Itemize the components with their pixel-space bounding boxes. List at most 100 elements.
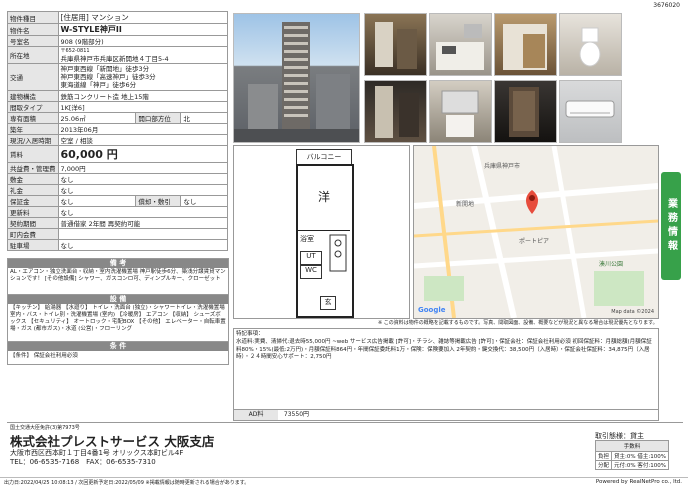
map-label: 兵庫県神戸市: [484, 163, 521, 170]
disclaimer-note: ※ この資料は物件の概略を記載するものです。写真、間取図面、設備、概要などが現況…: [378, 320, 658, 326]
equipment-section: 設 備 【キッチン】 給湯器 【水廻り】 トイレ・洗面台 (独立)・シャワートイ…: [7, 294, 229, 342]
row-key: 物件種目: [7, 11, 59, 24]
map-attribution: Map data ©2024: [611, 309, 654, 315]
output-date: 出力日:2022/04/25 10:08:13 / 次回更新予定日:2022/0…: [4, 480, 250, 486]
washroom-photo: [441, 90, 479, 137]
ad-fee-label: AD料: [234, 410, 278, 420]
row-key: 専有面積: [7, 112, 59, 124]
row-key: 償却・敷引: [135, 195, 182, 207]
property-name: W-STYLE神戸II: [57, 23, 228, 36]
table-row: 更新料 なし: [7, 206, 228, 218]
row-key: 駐車場: [7, 239, 59, 251]
equipment-header: 設 備: [8, 295, 228, 304]
closet-photo: [503, 24, 547, 70]
distribution-value: 元付:0% 客付:100%: [611, 460, 669, 470]
photo-thumbnail[interactable]: [364, 80, 427, 143]
status: 空室 / 相談: [57, 134, 228, 146]
table-row: 敷金 なし: [7, 173, 228, 185]
conditions-text: 【条件】 保証会社利用必須: [10, 353, 78, 359]
table-row: 間取タイプ 1K[洋6]: [7, 101, 228, 113]
table-row: 礼金 なし: [7, 184, 228, 196]
spec-table: 物件種目 [住居用] マンション 物件名 W-STYLE神戸II 号室名 908 (9…: [7, 11, 228, 251]
photo-thumbnail[interactable]: [494, 13, 557, 76]
row-key: 建物構造: [7, 90, 59, 102]
row-key: 町内会費: [7, 228, 59, 240]
photo-thumbnail[interactable]: [429, 80, 492, 143]
ad-fee-value: 73550円: [283, 411, 310, 418]
table-row: 賃料 60,000 円: [7, 145, 228, 163]
row-key: 保証金: [7, 195, 59, 207]
floor-plan-panel[interactable]: バルコニー 洋 浴室 UT WC 玄: [233, 145, 410, 319]
photo-thumbnail[interactable]: [364, 13, 427, 76]
remarks-section: 備 考 AL・エアコン・独立洗面台・収納・室内洗濯機置場 神戸駅徒歩6分、築浅分…: [7, 258, 229, 295]
postal-code: 〒652-0811: [60, 48, 90, 54]
table-row: 町内会費: [7, 228, 228, 240]
entrance-label: 玄: [320, 296, 336, 310]
remarks-text: AL・エアコン・独立洗面台・収納・室内洗濯機置場 神戸駅徒歩6分、築浅分譲賃貸マ…: [10, 269, 226, 282]
deposit: なし: [57, 173, 228, 185]
kitchen-photo: [436, 24, 484, 70]
conditions-header: 条 件: [8, 342, 228, 351]
structure: 鉄筋コンクリート造 地上15階: [57, 90, 228, 102]
row-key: 号室名: [7, 35, 59, 47]
special-notes-box: 特記事項： 水道料:実費、清掃代:退去時55,000円 ~web サービス広告掲…: [233, 328, 659, 410]
orientation: 北: [180, 112, 228, 124]
parking: なし: [57, 239, 228, 251]
table-row: 交通 神戸東西線「新開地」徒歩3分 神戸東西線「高速神戸」徒歩3分 東海道線「神戸」徒…: [7, 63, 228, 91]
room-number: 908 (9階部分): [57, 35, 228, 47]
ut-label: UT: [300, 251, 322, 265]
layout-type: 1K[洋6]: [57, 101, 228, 113]
row-key: 賃料: [7, 145, 59, 163]
rent-value: 60,000 円: [57, 145, 228, 163]
row-key: 現況/入居時期: [7, 134, 59, 146]
table-row: 所在地 〒652-0811 兵庫県神戸市兵庫区新開地４丁目5-4: [7, 46, 228, 64]
photo-thumbnail[interactable]: [429, 13, 492, 76]
map-graphic: [414, 146, 658, 318]
row-key: 間取タイプ: [7, 101, 59, 113]
aircon-photo: [565, 100, 615, 118]
table-row: 物件種目 [住居用] マンション: [7, 11, 228, 24]
security-deposit: なし: [57, 195, 137, 207]
row-key: 契約期間: [7, 217, 59, 229]
table-row: 建物構造 鉄筋コンクリート造 地上15階: [7, 90, 228, 102]
entrance-photo: [509, 87, 539, 137]
row-key: 負担: [594, 451, 613, 461]
map-label: ポートピア: [519, 238, 550, 245]
burden-value: 貸主:0% 借主:100%: [611, 451, 669, 461]
table-row: 号室名 908 (9階部分): [7, 35, 228, 47]
amortization: なし: [180, 195, 228, 207]
map-panel[interactable]: 兵庫県神戸市 新開地 湊川公園 ポートピア Google Map data ©2…: [413, 145, 659, 319]
bath-label: 浴室: [300, 235, 314, 243]
special-notes-text: 水道料:実費、清掃代:退去時55,000円 ~web サービス広告掲載 [許可]…: [236, 339, 652, 360]
powered-by: Powered by RealNetPro co., ltd.: [595, 479, 682, 485]
hallway-photo: [375, 86, 419, 138]
balcony-label: バルコニー: [296, 149, 352, 165]
ad-fee-row: AD料 73550円: [233, 409, 659, 421]
community-fee: [57, 228, 228, 240]
table-row: 駐車場 なし: [7, 239, 228, 251]
table-row: 築年 2013年06月: [7, 123, 228, 135]
special-notes-label: 特記事項：: [236, 331, 264, 337]
row-key: 更新料: [7, 206, 59, 218]
building-photo[interactable]: [233, 13, 360, 143]
building-illustration: [234, 22, 359, 142]
business-info-tab[interactable]: 業務情報: [661, 172, 681, 280]
divider: [7, 422, 683, 423]
table-row: 共益費・管理費 7,000円: [7, 162, 228, 174]
photo-thumbnail[interactable]: [559, 13, 622, 76]
google-logo: Google: [418, 306, 446, 314]
management-fee: 7,000円: [57, 162, 228, 174]
photo-thumbnail[interactable]: [559, 80, 622, 143]
row-key: 共益費・管理費: [7, 162, 59, 174]
key-money: なし: [57, 184, 228, 196]
row-key: 敷金: [7, 173, 59, 185]
row-key: 開口部方位: [135, 112, 182, 124]
built-year: 2013年06月: [57, 123, 228, 135]
company-phone: TEL：06-6535-7168 FAX：06-6535-7310: [10, 458, 156, 466]
commission-table: 手数料 負担 貸主:0% 借主:100% 分配 元付:0% 客付:100%: [594, 440, 669, 470]
photo-thumbnail[interactable]: [494, 80, 557, 143]
commission-header: 手数料: [595, 440, 669, 452]
floor-area: 25.06㎡: [57, 112, 137, 124]
table-row: 契約期間 普通借家 2年間 再契約可能: [7, 217, 228, 229]
equipment-text: 【キッチン】 給湯器 【水廻り】 トイレ・洗面台 (独立)・シャワートイレ・洗濯…: [10, 305, 226, 332]
